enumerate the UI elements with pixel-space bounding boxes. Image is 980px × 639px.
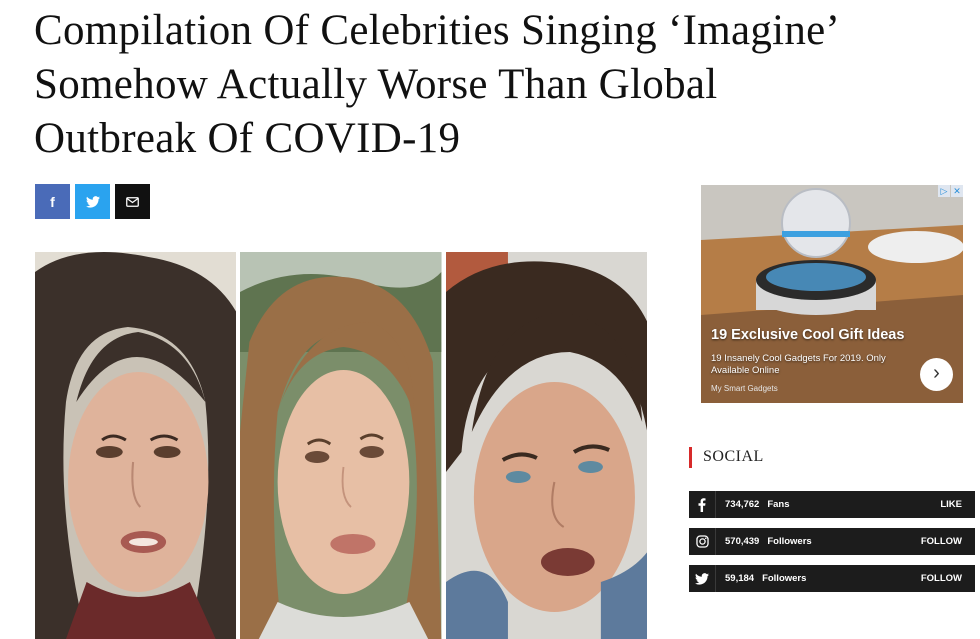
chevron-right-icon[interactable]: › <box>920 358 953 391</box>
facebook-icon <box>689 491 716 518</box>
ad-choices-icon[interactable]: ▷ <box>938 185 950 197</box>
twitter-icon <box>85 195 100 208</box>
video-panel-left <box>35 252 237 639</box>
video-panel-right <box>445 252 647 639</box>
close-icon[interactable]: ✕ <box>951 185 963 197</box>
ad-title[interactable]: 19 Exclusive Cool Gift Ideas <box>711 327 904 343</box>
social-row-facebook[interactable]: 734,762 Fans LIKE <box>689 491 975 518</box>
email-icon <box>126 196 139 207</box>
facebook-unit: Fans <box>767 499 790 510</box>
headline-line-3: Outbreak Of COVID-19 <box>34 115 461 162</box>
article-image <box>35 252 647 639</box>
share-buttons: f <box>35 184 150 219</box>
facebook-count: 734,762 <box>725 499 760 510</box>
instagram-follow-button[interactable]: FOLLOW <box>921 536 962 547</box>
share-twitter-button[interactable] <box>75 184 110 219</box>
instagram-count: 570,439 <box>725 536 760 547</box>
social-heading: SOCIAL <box>689 447 764 468</box>
twitter-count: 59,184 <box>725 573 755 584</box>
twitter-unit: Followers <box>762 573 807 584</box>
facebook-like-button[interactable]: LIKE <box>940 499 962 510</box>
twitter-follow-button[interactable]: FOLLOW <box>921 573 962 584</box>
video-panel-center <box>240 252 442 639</box>
social-row-instagram[interactable]: 570,439 Followers FOLLOW <box>689 528 975 555</box>
sidebar-advertisement[interactable]: ▷ ✕ 19 Exclusive Cool Gift Ideas 19 Insa… <box>701 185 963 403</box>
facebook-icon: f <box>50 193 55 210</box>
social-row-twitter[interactable]: 59,184 Followers FOLLOW <box>689 565 975 592</box>
article-headline: Compilation Of Celebrities Singing ‘Imag… <box>34 4 964 166</box>
share-email-button[interactable] <box>115 184 150 219</box>
headline-line-1: Compilation Of Celebrities Singing ‘Imag… <box>34 7 841 54</box>
ad-description: 19 Insanely Cool Gadgets For 2019. Only … <box>711 353 886 376</box>
instagram-icon <box>689 528 716 555</box>
share-facebook-button[interactable]: f <box>35 184 70 219</box>
instagram-unit: Followers <box>767 536 812 547</box>
headline-line-2: Somehow Actually Worse Than Global <box>34 61 718 108</box>
ad-choices[interactable]: ▷ ✕ <box>938 185 963 197</box>
twitter-icon <box>689 565 716 592</box>
ad-source: My Smart Gadgets <box>711 384 778 393</box>
